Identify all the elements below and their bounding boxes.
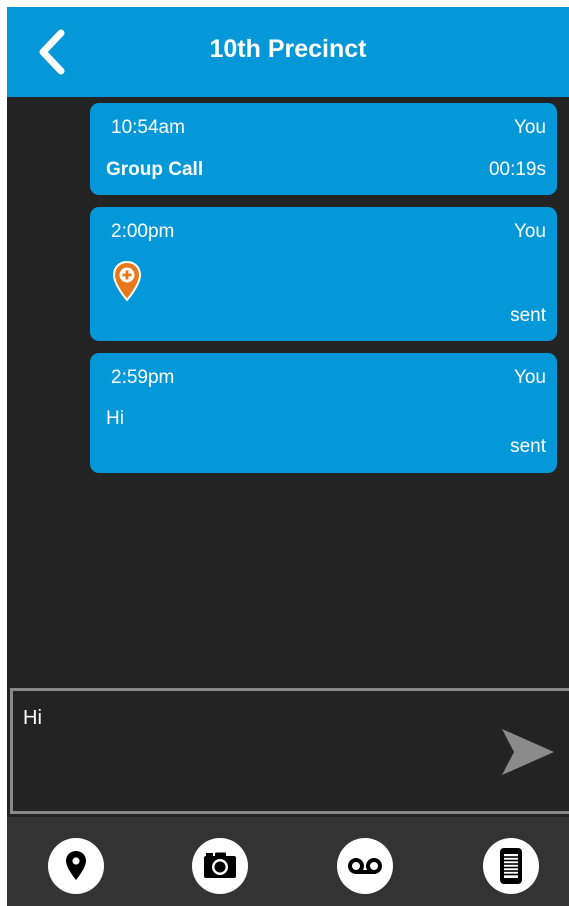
message-body: Hi (106, 408, 124, 429)
message-body: Group Call (106, 159, 204, 180)
message-time: 2:59pm (111, 367, 175, 388)
message-input[interactable]: Hi (10, 688, 569, 814)
message-sender: You (513, 221, 546, 242)
message-time: 10:54am (111, 117, 185, 138)
header-bar: 10th Precinct (7, 7, 569, 97)
message-bubble-group-call[interactable]: 10:54am You Group Call 00:19s (90, 103, 557, 195)
message-status: sent (510, 436, 546, 457)
send-button[interactable] (500, 727, 556, 777)
message-bubble-text[interactable]: 2:59pm You Hi sent (90, 353, 557, 473)
voicemail-icon (348, 858, 382, 874)
camera-button[interactable] (192, 838, 248, 894)
location-pin-icon[interactable] (112, 260, 142, 302)
location-pin-icon (66, 851, 86, 880)
message-bubble-location[interactable]: 2:00pm You sent (90, 207, 557, 341)
message-list: 10:54am You Group Call 00:19s 2:00pm You… (90, 103, 557, 485)
call-duration: 00:19s (488, 159, 546, 180)
app-screen: 10th Precinct 10:54am You Group Call 00:… (7, 7, 569, 906)
share-location-button[interactable] (48, 838, 104, 894)
document-button[interactable] (483, 838, 539, 894)
page-title: 10th Precinct (209, 35, 367, 63)
camera-icon (204, 852, 236, 878)
message-time: 2:00pm (111, 221, 175, 242)
send-arrow-icon (502, 729, 554, 775)
bottom-toolbar (7, 817, 569, 906)
message-sender: You (513, 117, 546, 138)
document-icon (500, 848, 522, 884)
message-input-text[interactable]: Hi (23, 707, 42, 730)
message-sender: You (513, 367, 546, 388)
message-status: sent (510, 305, 546, 326)
voicemail-button[interactable] (337, 838, 393, 894)
